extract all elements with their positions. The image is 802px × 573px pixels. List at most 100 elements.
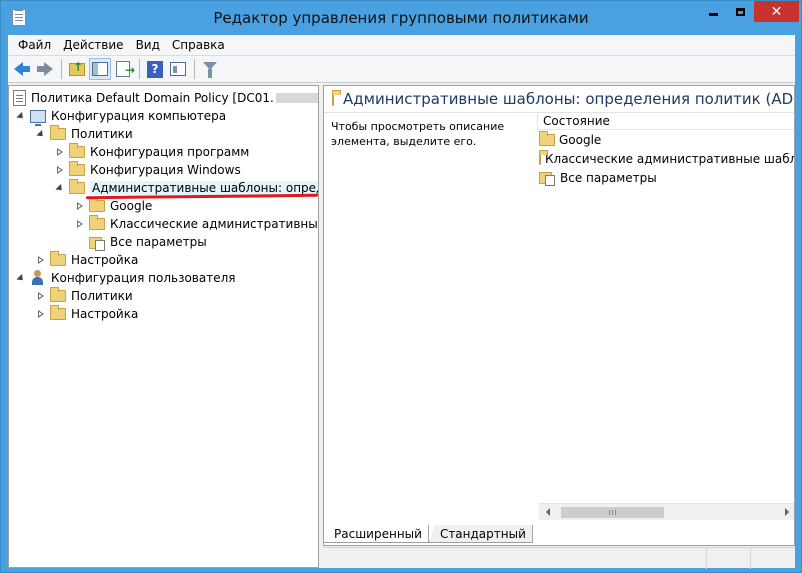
chevron-right-icon (56, 147, 64, 157)
tree-item-settings[interactable]: Настройка (35, 251, 138, 269)
tree-item-software-config[interactable]: Конфигурация программ (54, 143, 249, 161)
expand-toggle[interactable] (15, 272, 27, 284)
toolbar-separator (61, 59, 62, 79)
show-hide-tree-button[interactable] (89, 58, 111, 80)
folder-icon (50, 251, 66, 266)
chevron-right-icon (76, 201, 84, 211)
expand-toggle[interactable] (35, 254, 47, 266)
tree-item-policies[interactable]: Политики (35, 125, 133, 143)
tree-item-label: Политика Default Domain Policy [DC01. (31, 91, 274, 105)
maximize-icon (736, 7, 745, 16)
tree-item-user-policies[interactable]: Политики (35, 287, 133, 305)
user-icon (30, 270, 46, 286)
list-item[interactable]: Google (537, 130, 794, 149)
toolbar-separator (139, 59, 140, 79)
back-arrow-shaft (23, 66, 30, 72)
tree-item-user-config[interactable]: Конфигурация пользователя (15, 269, 235, 287)
show-hide-tree-icon (92, 62, 108, 76)
details-header: Административные шаблоны: определения по… (324, 86, 794, 113)
tree-item-label: Google (110, 199, 153, 213)
expand-toggle[interactable] (35, 128, 47, 140)
back-button[interactable] (11, 58, 33, 80)
chevron-right-icon (76, 219, 84, 229)
menu-help[interactable]: Справка (166, 38, 231, 52)
maximize-button[interactable] (727, 1, 754, 22)
expand-toggle[interactable] (54, 164, 66, 176)
export-list-button[interactable] (112, 58, 135, 80)
tree-item-label: Политики (71, 127, 133, 141)
tree-item-classic-templates[interactable]: Классические административные шаб (74, 215, 319, 233)
tree-item-google[interactable]: Google (74, 197, 152, 215)
minimize-button[interactable] (700, 1, 727, 22)
chevron-right-icon (56, 165, 64, 175)
list-item-label: Все параметры (560, 170, 657, 185)
list-item-label: Google (559, 132, 602, 147)
list-item-label: Классические административные шаблоны (545, 151, 795, 166)
computer-icon (30, 109, 46, 126)
tree-item-label: Классические административные шаб (110, 217, 319, 231)
details-title: Административные шаблоны: определения по… (343, 90, 795, 108)
tab-extended[interactable]: Расширенный (323, 525, 429, 543)
expand-toggle[interactable] (74, 218, 86, 230)
expand-toggle[interactable] (15, 110, 27, 122)
folder-icon (539, 149, 548, 165)
tree-item-label: Конфигурация Windows (90, 163, 241, 177)
tree-item-windows-config[interactable]: Конфигурация Windows (54, 161, 241, 179)
menu-bar: Файл Действие Вид Справка (8, 35, 795, 55)
details-pane[interactable]: Административные шаблоны: определения по… (323, 85, 795, 546)
up-folder-icon (69, 60, 85, 76)
menu-view[interactable]: Вид (130, 38, 166, 52)
tree-item-label: Настройка (71, 307, 139, 321)
all-settings-icon (539, 170, 555, 186)
tree-item-label: Настройка (71, 253, 139, 267)
scroll-left-button[interactable] (539, 504, 556, 521)
client-area: Файл Действие Вид Справка ? (8, 35, 795, 569)
folder-icon (69, 179, 85, 194)
toolbar-separator (194, 59, 195, 79)
expand-toggle[interactable] (54, 182, 66, 194)
title-bar[interactable]: Редактор управления групповыми политикам… (1, 1, 801, 35)
tree-pane[interactable]: Политика Default Domain Policy [DC01. Ко… (8, 85, 319, 568)
export-list-icon (116, 61, 135, 77)
forward-button[interactable] (34, 58, 56, 80)
tree-item-user-settings[interactable]: Настройка (35, 305, 138, 323)
menu-file[interactable]: Файл (12, 38, 57, 52)
up-folder-button[interactable] (66, 58, 88, 80)
tab-standard[interactable]: Стандартный (428, 525, 533, 543)
expand-toggle[interactable] (54, 146, 66, 158)
folder-icon (332, 89, 341, 106)
folder-icon (50, 305, 66, 320)
tree-item-computer-config[interactable]: Конфигурация компьютера (15, 107, 226, 126)
horizontal-scrollbar[interactable] (539, 503, 794, 521)
chevron-right-icon (37, 291, 45, 301)
window-controls: ✕ (700, 1, 799, 23)
expand-toggle[interactable] (74, 200, 86, 212)
expand-toggle[interactable] (35, 308, 47, 320)
help-button[interactable]: ? (144, 58, 166, 80)
chevron-down-icon (16, 111, 26, 121)
scroll-thumb[interactable] (561, 506, 664, 518)
grip-icon (609, 509, 616, 515)
close-button[interactable]: ✕ (754, 1, 799, 22)
scroll-right-button[interactable] (778, 504, 794, 521)
minimize-icon (709, 13, 718, 16)
forward-arrow-icon (44, 62, 53, 76)
tree-item-label: Конфигурация пользователя (51, 271, 236, 285)
tree-item-label: Политики (71, 289, 133, 303)
tree-item-root[interactable]: Политика Default Domain Policy [DC01. (13, 89, 318, 107)
menu-action[interactable]: Действие (57, 38, 129, 52)
list-item[interactable]: Все параметры (537, 168, 794, 187)
tree-item-all-settings[interactable]: Все параметры (89, 233, 207, 251)
folder-icon (89, 215, 105, 230)
window-title: Редактор управления групповыми политикам… (213, 9, 589, 27)
items-list[interactable]: Состояние Google Классические администра… (537, 112, 795, 502)
tree-item-label: Административные шаблоны: определе (90, 181, 318, 195)
chevron-down-icon (16, 273, 26, 283)
filter-button[interactable] (199, 58, 221, 80)
description-text: Чтобы просмотреть описание элемента, выд… (331, 120, 505, 148)
filter-icon (203, 62, 217, 78)
list-item[interactable]: Классические административные шаблоны (537, 149, 795, 168)
expand-toggle[interactable] (35, 290, 47, 302)
column-header-state[interactable]: Состояние (537, 112, 794, 130)
properties-button[interactable] (167, 58, 189, 80)
